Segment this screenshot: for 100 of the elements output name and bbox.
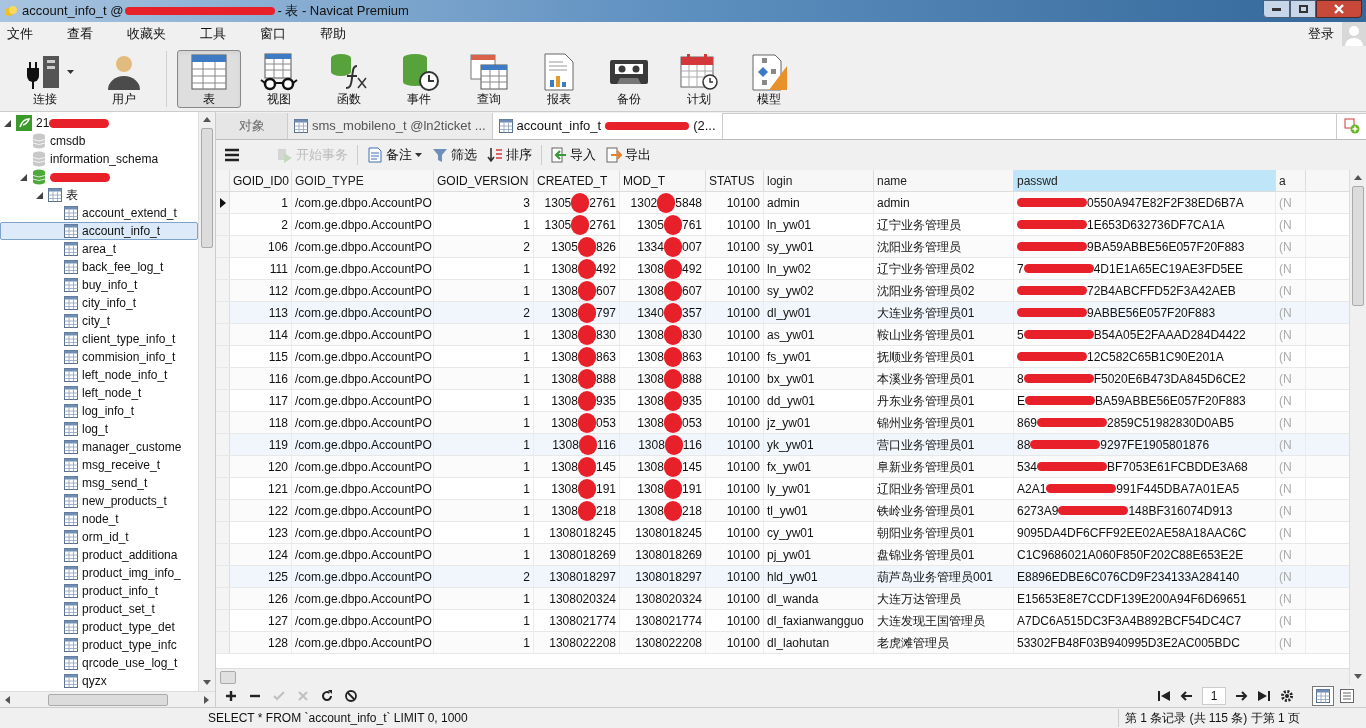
toolbar-button[interactable]: 模型 [737, 49, 801, 108]
table-cell: 丹东业务管理员01 [874, 390, 1014, 411]
toolbar-button[interactable]: 导出 [603, 144, 654, 166]
menu-icon[interactable] [224, 148, 240, 162]
toolbar-button[interactable]: 连接 [10, 49, 86, 108]
tree-item[interactable]: orm_id_t [82, 528, 129, 546]
tab[interactable]: sms_mobileno_t @ln2ticket ... [288, 113, 493, 139]
tab[interactable]: account_info_t (2... [492, 113, 723, 139]
column-header[interactable]: STATUS [706, 170, 764, 191]
collapse-arrow-icon[interactable] [36, 191, 43, 199]
toolbar-button[interactable]: 排序 [484, 144, 535, 166]
tree-item[interactable]: product_set_t [82, 600, 155, 618]
tree-item[interactable]: left_node_info_t [82, 366, 168, 384]
tree-item[interactable]: product_additiona [82, 546, 178, 564]
tree-item[interactable]: new_products_t [82, 492, 167, 510]
column-header[interactable]: GOID_TYPE [292, 170, 434, 191]
scroll-down-icon[interactable] [203, 679, 211, 687]
column-header[interactable]: a [1276, 170, 1306, 191]
tree-item[interactable]: left_node_t [82, 384, 142, 402]
tree-item[interactable]: back_fee_log_t [82, 258, 164, 276]
scroll-left-icon[interactable] [4, 695, 12, 704]
add-icon[interactable] [224, 689, 238, 703]
tree-item[interactable]: qyzx [82, 672, 107, 690]
tree-item[interactable]: information_schema [50, 150, 159, 168]
toolbar-button[interactable]: 计划 [667, 49, 731, 108]
tree-item[interactable]: commision_info_t [82, 348, 176, 366]
table-cell: sy_yw01 [764, 236, 874, 257]
collapse-arrow-icon[interactable] [20, 173, 27, 181]
last-page-icon[interactable] [1258, 691, 1270, 701]
scrollbar-thumb[interactable] [47, 693, 168, 706]
grid-view-button[interactable] [1312, 686, 1334, 706]
settings-icon[interactable] [1280, 689, 1294, 703]
tree-item[interactable]: 21 [36, 114, 110, 132]
caret-icon [415, 153, 422, 157]
tab[interactable]: 对象 [216, 113, 288, 139]
column-header[interactable]: GOID_ID0 [230, 170, 292, 191]
tree-item[interactable]: buy_info_t [82, 276, 138, 294]
menu-item[interactable]: 工具 [193, 24, 233, 44]
tree-item[interactable]: account_extend_t [82, 204, 177, 222]
column-header[interactable]: GOID_VERSION [434, 170, 534, 191]
menu-item[interactable]: 帮助 [313, 24, 353, 44]
table-cell: (N [1276, 324, 1306, 345]
login-link[interactable]: 登录 [1308, 24, 1334, 44]
toolbar-button[interactable]: 筛选 [429, 144, 480, 166]
tree-item[interactable]: product_img_info_ [82, 564, 181, 582]
close-button[interactable] [1316, 0, 1362, 18]
toolbar-button[interactable]: 备注 [364, 144, 425, 166]
page-field[interactable]: 1 [1202, 687, 1226, 705]
tree-item[interactable]: city_t [82, 312, 110, 330]
tree-item[interactable]: log_info_t [82, 402, 135, 420]
stop-icon[interactable] [344, 689, 358, 703]
toolbar-button[interactable]: 报表 [527, 49, 591, 108]
menu-item[interactable]: 文件 [0, 24, 40, 44]
column-header[interactable]: passwd [1014, 170, 1276, 191]
scroll-up-icon[interactable] [203, 116, 211, 124]
restore-button[interactable] [1290, 0, 1316, 18]
tree-item[interactable] [50, 172, 110, 182]
tree-item[interactable]: log_t [82, 420, 109, 438]
tree-item[interactable]: city_info_t [82, 294, 137, 312]
scroll-right-icon[interactable] [203, 695, 211, 704]
tree-item[interactable]: msg_receive_t [82, 456, 161, 474]
toolbar-button[interactable]: 查询 [457, 49, 521, 108]
toolbar-button[interactable]: 视图 [247, 49, 311, 108]
column-header[interactable]: MOD_T [620, 170, 706, 191]
tree-item[interactable]: manager_custome [82, 438, 182, 456]
toolbar-button[interactable]: 函数 [317, 49, 381, 108]
tree-item[interactable]: node_t [82, 510, 119, 528]
tree-item[interactable]: cmsdb [50, 132, 86, 150]
tree-item[interactable]: qrcode_use_log_t [82, 654, 178, 672]
toolbar-button[interactable]: 导入 [548, 144, 599, 166]
column-header[interactable]: CREATED_T [534, 170, 620, 191]
scroll-up-icon[interactable] [1354, 174, 1362, 182]
tree-item[interactable]: product_info_t [82, 582, 159, 600]
menu-item[interactable]: 查看 [60, 24, 100, 44]
tree-item[interactable]: 表 [66, 186, 78, 204]
tree-item[interactable]: client_type_info_t [82, 330, 176, 348]
column-header[interactable]: login [764, 170, 874, 191]
previous-page-icon[interactable] [1180, 691, 1192, 701]
scroll-down-icon[interactable] [1354, 673, 1362, 681]
menu-item[interactable]: 收藏夹 [120, 24, 173, 44]
new-tab-icon[interactable] [1343, 118, 1360, 134]
table-cell: 128 [230, 632, 292, 653]
scrollbar-thumb[interactable] [201, 128, 213, 248]
scrollbar-thumb[interactable] [220, 670, 236, 684]
toolbar-button[interactable]: 事件 [387, 49, 451, 108]
first-page-icon[interactable] [1158, 691, 1170, 701]
scrollbar-thumb[interactable] [1352, 186, 1364, 306]
tree-item[interactable]: product_type_infc [82, 636, 177, 654]
collapse-arrow-icon[interactable] [4, 119, 11, 127]
next-page-icon[interactable] [1236, 691, 1248, 701]
toolbar-button[interactable]: 备份 [597, 49, 661, 108]
refresh-icon[interactable] [320, 689, 334, 703]
minimize-button[interactable] [1263, 0, 1290, 18]
tree-item[interactable]: msg_send_t [82, 474, 148, 492]
menu-item[interactable]: 窗口 [253, 24, 293, 44]
row-header[interactable] [216, 192, 230, 213]
tree-item[interactable]: area_t [82, 240, 117, 258]
toolbar-button[interactable]: 用户 [92, 49, 156, 108]
toolbar-button[interactable]: 表 [177, 49, 241, 108]
tree-item[interactable]: product_type_det [82, 618, 175, 636]
